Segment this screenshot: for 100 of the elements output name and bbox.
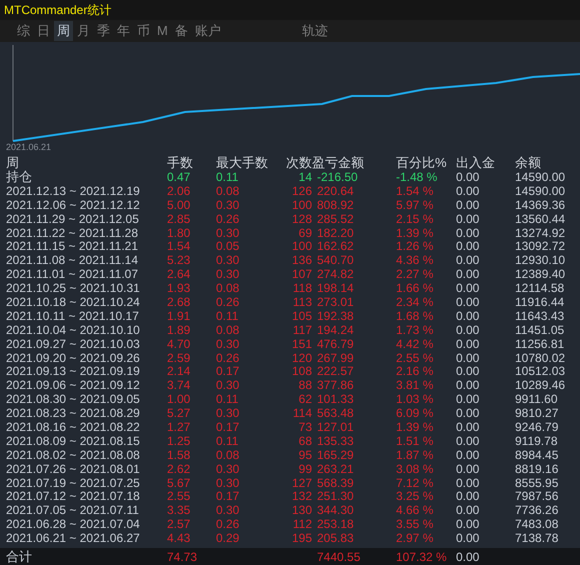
table-cell-text: 100 bbox=[290, 198, 312, 212]
table-cell-text: 0.26 bbox=[216, 350, 240, 365]
table-cell-text: 1.54 bbox=[167, 239, 192, 254]
table-cell-text: 182.20 bbox=[316, 226, 355, 240]
table-cell-text: 10289.46 bbox=[515, 378, 566, 392]
table-cell-text: 2.59 bbox=[167, 350, 192, 365]
table-cell-text: 11451.05 bbox=[515, 322, 566, 337]
table-cell-text: 0.00 bbox=[456, 212, 480, 226]
table-cell-text: 113 bbox=[292, 295, 312, 310]
tab[interactable]: M bbox=[154, 21, 171, 41]
table-cell-text: 132 bbox=[290, 489, 312, 504]
table-cell-text: 0.00 bbox=[456, 378, 480, 392]
column-header: 百分比% bbox=[396, 156, 448, 170]
tab[interactable]: 币 bbox=[134, 21, 153, 41]
table-cell-text: 0.00 bbox=[456, 281, 480, 296]
table-cell-text: 0.17 bbox=[216, 489, 240, 504]
table-cell-text: 0.00 bbox=[456, 364, 480, 378]
table-cell-text: 2021.09.06 ~ 2021.09.12 bbox=[6, 378, 141, 392]
table-cell-text: 253.18 bbox=[316, 517, 355, 532]
table-cell-text: 1.25 bbox=[167, 434, 192, 448]
table-cell-text: 2021.06.28 ~ 2021.07.04 bbox=[6, 517, 141, 532]
table-cell-text: 2021.12.13 ~ 2021.12.19 bbox=[6, 184, 141, 198]
table-cell-text: 9810.27 bbox=[515, 406, 560, 420]
table-cell-text: -1.48 % bbox=[396, 170, 438, 184]
table-cell-text: 108 bbox=[290, 364, 312, 378]
table-cell-text: 107 bbox=[290, 267, 312, 282]
table-cell-text: 13092.72 bbox=[515, 239, 566, 254]
table-cell-text: 100 bbox=[290, 239, 312, 254]
table-cell-text: 4.43 bbox=[167, 531, 192, 546]
table-cell-text: 101.33 bbox=[316, 392, 355, 406]
tab[interactable]: 轨迹 bbox=[298, 21, 331, 41]
table-cell-text: 2.57 bbox=[167, 517, 192, 532]
table-cell-text: 1.27 bbox=[167, 420, 192, 434]
table-cell-text: 222.57 bbox=[316, 364, 355, 378]
table-cell-text: 105 bbox=[290, 308, 312, 323]
table-cell-text: 5.23 bbox=[167, 253, 192, 268]
table-cell-text: 0.30 bbox=[216, 253, 240, 268]
table-cell-text: 251.30 bbox=[316, 489, 355, 504]
table-cell-text: 165.29 bbox=[316, 448, 355, 462]
tab[interactable]: 月 bbox=[74, 21, 93, 41]
table-cell-text: 99 bbox=[298, 462, 312, 476]
table-cell-text: 74.73 bbox=[167, 550, 198, 564]
table-cell-text: 合计 bbox=[6, 550, 33, 564]
table-cell-text: 136 bbox=[290, 253, 312, 268]
table-cell-text: 2021.08.09 ~ 2021.08.15 bbox=[6, 434, 141, 448]
table-cell-text: 0.30 bbox=[216, 378, 240, 392]
table-cell-text: 12930.10 bbox=[515, 253, 566, 268]
table-cell-text: 2021.09.20 ~ 2021.09.26 bbox=[6, 350, 141, 365]
table-cell-text: 0.26 bbox=[216, 295, 240, 310]
tab[interactable]: 周 bbox=[54, 21, 73, 41]
table-cell-text: 195 bbox=[290, 531, 312, 546]
table-cell-text: 1.51 % bbox=[396, 434, 434, 448]
table-cell-text: 194.24 bbox=[316, 322, 355, 337]
table-cell-text: 0.11 bbox=[216, 392, 240, 406]
table-cell-text: 14590.00 bbox=[515, 184, 566, 198]
table-cell-text: 2.27 % bbox=[396, 267, 434, 282]
table-cell-text: 7440.55 bbox=[316, 550, 362, 564]
table-cell-text: 1.00 bbox=[167, 392, 192, 406]
tab[interactable]: 账户 bbox=[192, 21, 224, 41]
table-cell-text: 0.11 bbox=[216, 308, 240, 323]
column-header: 盈亏金额 bbox=[312, 156, 365, 170]
tab[interactable]: 年 bbox=[114, 21, 133, 41]
table-cell-text: 2021.11.22 ~ 2021.11.28 bbox=[6, 226, 140, 240]
table-cell-text: 5.97 % bbox=[396, 198, 434, 212]
table-cell-text: 1.58 bbox=[167, 448, 192, 462]
table-cell-text: 2.64 bbox=[167, 267, 192, 282]
table-cell-text: 9246.79 bbox=[515, 420, 560, 434]
table-cell-text: 2021.09.13 ~ 2021.09.19 bbox=[6, 364, 141, 378]
table-cell-text: 7483.08 bbox=[515, 517, 560, 532]
table-cell-text: 2.85 bbox=[167, 212, 192, 226]
table-cell-text: 0.00 bbox=[456, 503, 480, 518]
table-cell-text: 0.47 bbox=[167, 170, 192, 184]
table-cell-text: 2.55 bbox=[167, 489, 192, 504]
table-cell-text: 6.09 % bbox=[396, 406, 434, 420]
tab[interactable]: 备 bbox=[172, 21, 191, 41]
table-cell-text: 5.00 bbox=[167, 198, 192, 212]
table-cell-text: 377.86 bbox=[316, 378, 355, 392]
table-cell-text: 2.62 bbox=[167, 462, 192, 476]
table-cell-text: 0.00 bbox=[456, 434, 480, 448]
table-cell-text: 12114.58 bbox=[515, 281, 566, 296]
table-cell-text: 1.80 bbox=[167, 226, 192, 240]
table-cell-text: 151 bbox=[290, 336, 312, 351]
table-cell-text: 13274.92 bbox=[515, 226, 566, 240]
table-cell-text: 2021.08.02 ~ 2021.08.08 bbox=[6, 448, 141, 462]
table-cell-text: 540.70 bbox=[316, 253, 355, 268]
table-cell-text: 4.66 % bbox=[396, 503, 434, 518]
table-cell-text: 7.12 % bbox=[396, 476, 434, 490]
table-cell-text: 0.08 bbox=[216, 184, 240, 198]
table-cell-text: -216.50 bbox=[316, 170, 359, 184]
tab[interactable]: 综 bbox=[14, 21, 33, 41]
table-cell-text: 2021.11.15 ~ 2021.11.21 bbox=[6, 239, 140, 254]
table-cell-text: 0.05 bbox=[216, 239, 240, 254]
table-cell-text: 263.21 bbox=[316, 462, 355, 476]
column-header: 最大手数 bbox=[216, 156, 269, 170]
tab[interactable]: 季 bbox=[94, 21, 113, 41]
table-cell-text: 1.87 % bbox=[396, 448, 434, 462]
table-cell-text: 12389.40 bbox=[515, 267, 566, 282]
table-cell-text: 0.08 bbox=[216, 281, 240, 296]
column-header: 周 bbox=[6, 156, 20, 170]
tab[interactable]: 日 bbox=[34, 21, 53, 41]
